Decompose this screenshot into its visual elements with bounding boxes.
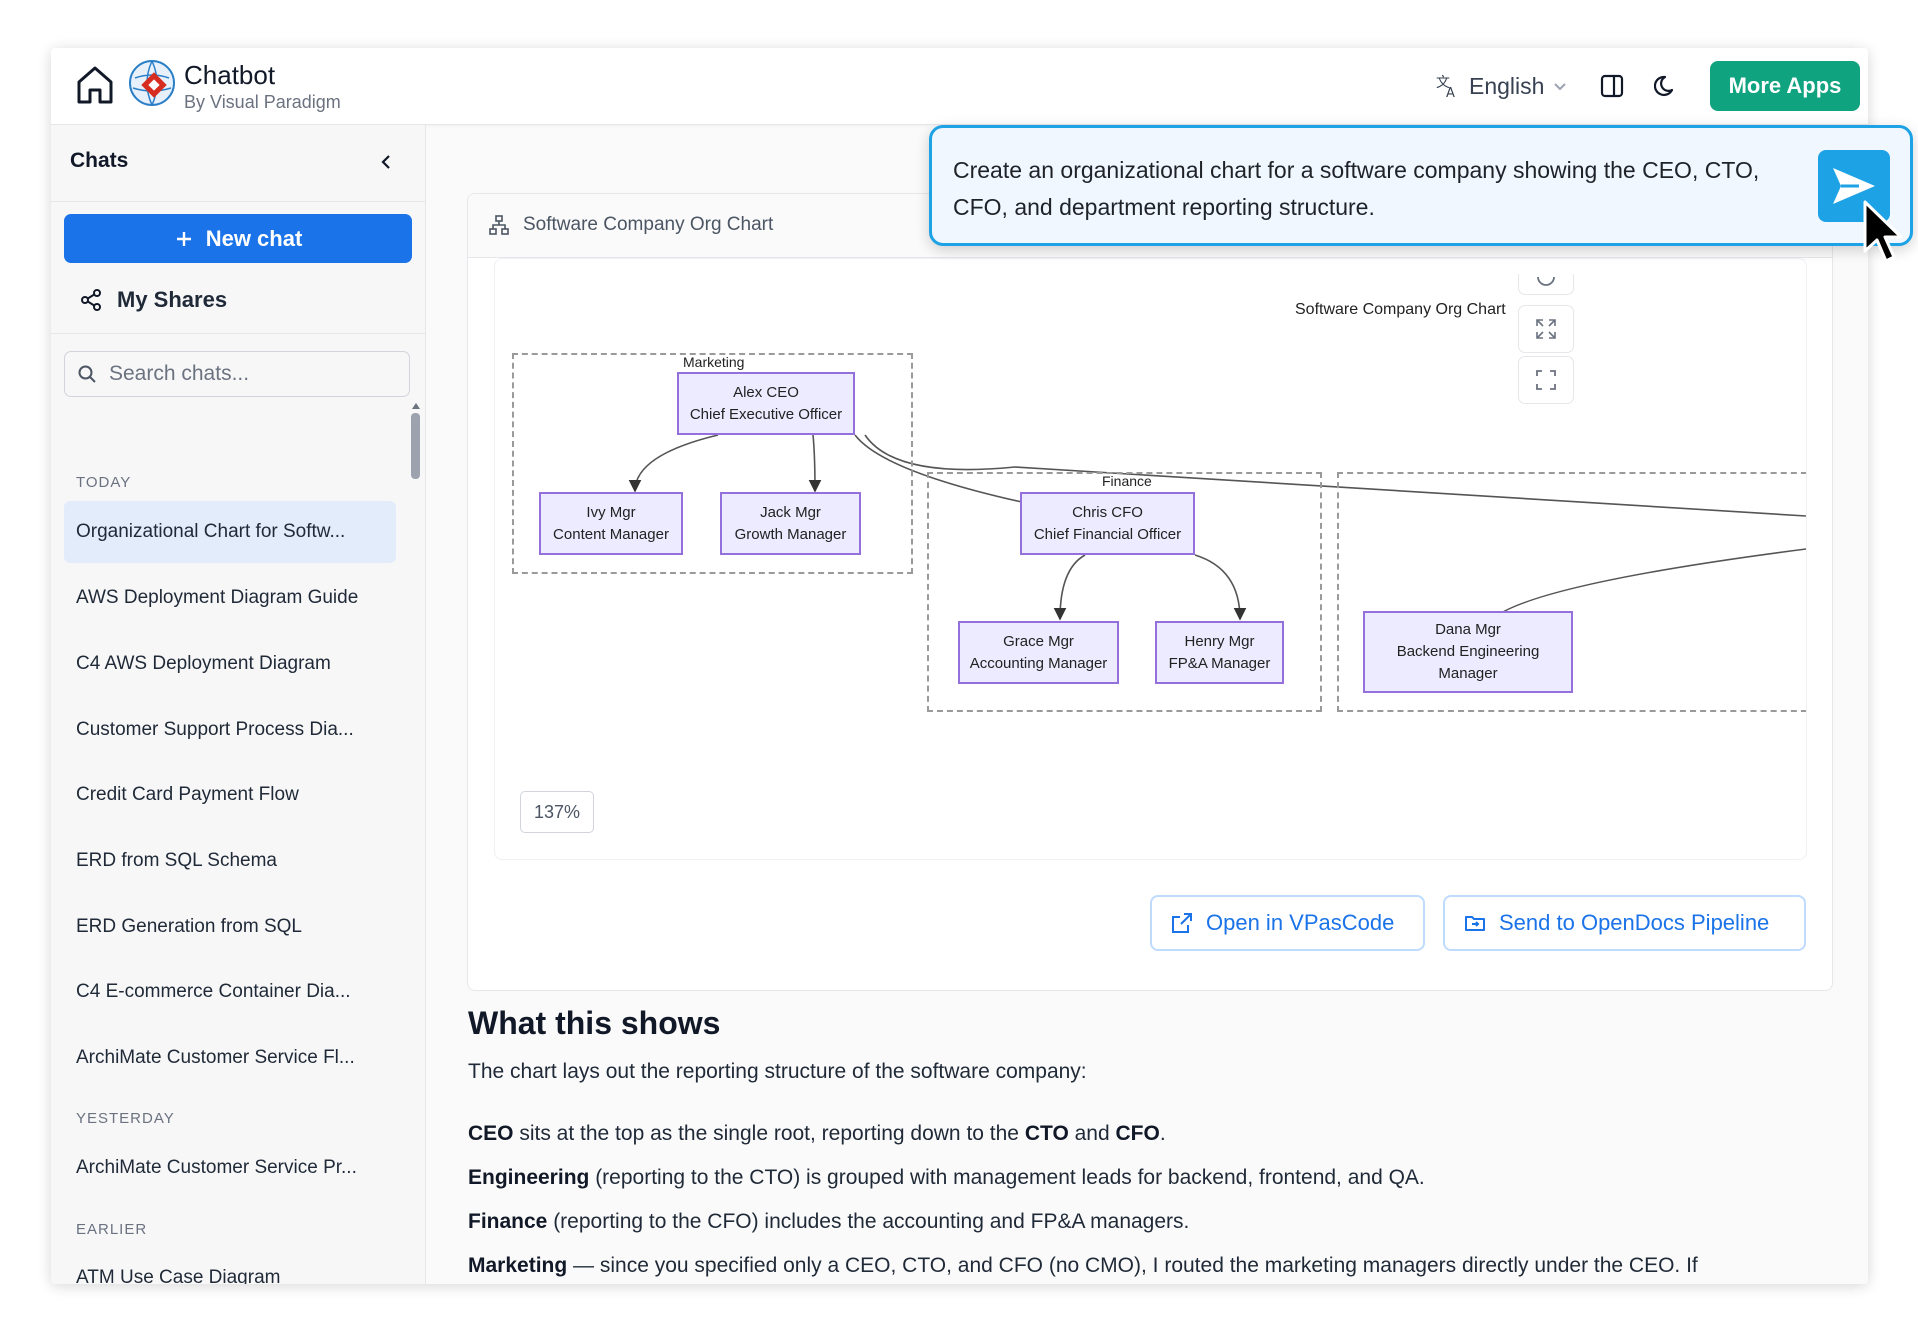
- my-shares-label: My Shares: [117, 287, 228, 312]
- chat-item[interactable]: Customer Support Process Dia...: [64, 699, 396, 761]
- node-role: Backend Engineering: [1396, 643, 1540, 660]
- svg-text:A: A: [1446, 86, 1455, 99]
- zoom-level[interactable]: 137%: [520, 791, 594, 833]
- section-heading: What this shows: [468, 1005, 721, 1041]
- sidebar-title: Chats: [70, 149, 129, 172]
- send-to-opendocs-label: Send to OpenDocs Pipeline: [1499, 910, 1770, 935]
- home-icon[interactable]: [71, 60, 119, 108]
- diagram-card-title: Software Company Org Chart: [523, 214, 774, 235]
- plus-icon: [176, 231, 191, 246]
- node-name: Chris CFO: [1072, 503, 1143, 521]
- search-input[interactable]: [107, 361, 391, 387]
- section-label-yesterday: YESTERDAY: [76, 1110, 175, 1127]
- node-name: Alex CEO: [733, 383, 799, 401]
- node-role: FP&A Manager: [1168, 654, 1271, 672]
- prompt-text: Create an organizational chart for a sof…: [953, 157, 1760, 220]
- node-name: Dana Mgr: [1435, 621, 1501, 638]
- finance-paragraph: Finance (reporting to the CFO) includes …: [468, 1210, 1190, 1233]
- engineering-paragraph: Engineering (reporting to the CTO) is gr…: [468, 1166, 1425, 1189]
- divider: [51, 333, 425, 334]
- node-role: Growth Manager: [734, 525, 847, 543]
- new-chat-button[interactable]: New chat: [64, 214, 412, 263]
- node-name: Ivy Mgr: [586, 503, 636, 521]
- node-name: Jack Mgr: [760, 503, 821, 521]
- diagram-card: Software Company Org Chart Software Comp…: [467, 193, 1833, 991]
- org-node-henry[interactable]: Henry Mgr FP&A Manager: [1155, 621, 1284, 684]
- chat-item[interactable]: C4 E-commerce Container Dia...: [64, 961, 396, 1023]
- node-role: Chief Executive Officer: [689, 405, 843, 423]
- cluster-label-marketing: Marketing: [683, 354, 745, 370]
- language-label: English: [1469, 72, 1545, 99]
- language-selector[interactable]: 文A English: [1435, 70, 1568, 102]
- chat-item[interactable]: ERD Generation from SQL: [64, 896, 396, 958]
- fullscreen-icon[interactable]: [1518, 356, 1574, 404]
- chat-item[interactable]: Organizational Chart for Softw...: [64, 501, 396, 563]
- search-chats[interactable]: [64, 351, 410, 397]
- folder-send-icon: [1465, 916, 1485, 931]
- dark-mode-icon[interactable]: [1647, 66, 1687, 106]
- app-title: Chatbot: [184, 60, 276, 90]
- send-to-opendocs-button[interactable]: Send to OpenDocs Pipeline: [1443, 895, 1806, 951]
- search-icon: [78, 365, 96, 383]
- org-chart-icon: [489, 215, 509, 235]
- scroll-up-arrow[interactable]: [412, 403, 420, 409]
- chat-item[interactable]: Credit Card Payment Flow: [64, 764, 396, 826]
- org-node-grace[interactable]: Grace Mgr Accounting Manager: [958, 621, 1119, 684]
- node-role: Content Manager: [553, 525, 669, 543]
- chat-item[interactable]: ArchiMate Customer Service Pr...: [64, 1137, 396, 1199]
- my-shares-link[interactable]: My Shares: [79, 280, 227, 320]
- prompt-callout: Create an organizational chart for a sof…: [929, 125, 1913, 246]
- app-subtitle: By Visual Paradigm: [184, 92, 341, 112]
- new-chat-label: New chat: [205, 225, 303, 251]
- divider: [51, 201, 425, 202]
- org-node-ivy[interactable]: Ivy Mgr Content Manager: [539, 492, 683, 555]
- more-apps-button[interactable]: More Apps: [1710, 61, 1860, 111]
- expand-icon[interactable]: [1518, 305, 1574, 353]
- cluster-label-finance: Finance: [1102, 473, 1152, 489]
- node-role: Chief Financial Officer: [1033, 525, 1182, 543]
- org-node-dana[interactable]: Dana Mgr Backend Engineering Manager: [1363, 611, 1573, 693]
- main-content: Software Company Org Chart Software Comp…: [426, 125, 1868, 1284]
- node-name: Grace Mgr: [1003, 632, 1074, 650]
- section-label-earlier: EARLIER: [76, 1221, 148, 1238]
- open-in-vpascode-label: Open in VPasCode: [1206, 910, 1395, 935]
- chevron-down-icon: [1554, 83, 1567, 91]
- chat-item[interactable]: AWS Deployment Diagram Guide: [64, 567, 396, 629]
- marketing-paragraph: Marketing — since you specified only a C…: [468, 1254, 1698, 1277]
- visual-paradigm-logo: [127, 58, 177, 108]
- chat-item[interactable]: ArchiMate Customer Service Fl...: [64, 1027, 396, 1089]
- panel-toggle-icon[interactable]: [1592, 66, 1632, 106]
- mouse-cursor-icon: [1863, 200, 1903, 263]
- node-role: Accounting Manager: [969, 654, 1108, 672]
- chat-item[interactable]: ERD from SQL Schema: [64, 830, 396, 892]
- chat-item[interactable]: ATM Use Case Diagram: [64, 1247, 396, 1284]
- diagram-title: Software Company Org Chart: [1295, 301, 1506, 318]
- section-label-today: TODAY: [76, 474, 132, 491]
- collapse-sidebar-icon[interactable]: [371, 147, 401, 177]
- open-in-vpascode-button[interactable]: Open in VPasCode: [1150, 895, 1425, 951]
- org-node-jack[interactable]: Jack Mgr Growth Manager: [720, 492, 861, 555]
- reset-view-icon[interactable]: [1518, 274, 1574, 295]
- top-bar: Chatbot By Visual Paradigm 文A English Mo…: [51, 48, 1868, 125]
- translate-icon: 文A: [1436, 75, 1455, 99]
- sidebar-scrollbar[interactable]: [411, 413, 420, 479]
- node-name: Henry Mgr: [1184, 632, 1255, 650]
- ceo-paragraph: CEO sits at the top as the single root, …: [468, 1122, 1166, 1145]
- org-node-ceo[interactable]: Alex CEO Chief Executive Officer: [677, 372, 855, 435]
- external-link-icon: [1172, 913, 1192, 933]
- diagram-canvas[interactable]: Software Company Org Chart Marketing Fin…: [494, 258, 1807, 860]
- org-node-cfo[interactable]: Chris CFO Chief Financial Officer: [1020, 492, 1195, 555]
- node-role-line2: Manager: [1438, 665, 1498, 682]
- intro-paragraph: The chart lays out the reporting structu…: [468, 1060, 1087, 1083]
- chat-sidebar: Chats New chat My Shares TODAY Organizat…: [51, 125, 426, 1284]
- chat-item[interactable]: C4 AWS Deployment Diagram: [64, 633, 396, 695]
- share-icon: [81, 289, 101, 311]
